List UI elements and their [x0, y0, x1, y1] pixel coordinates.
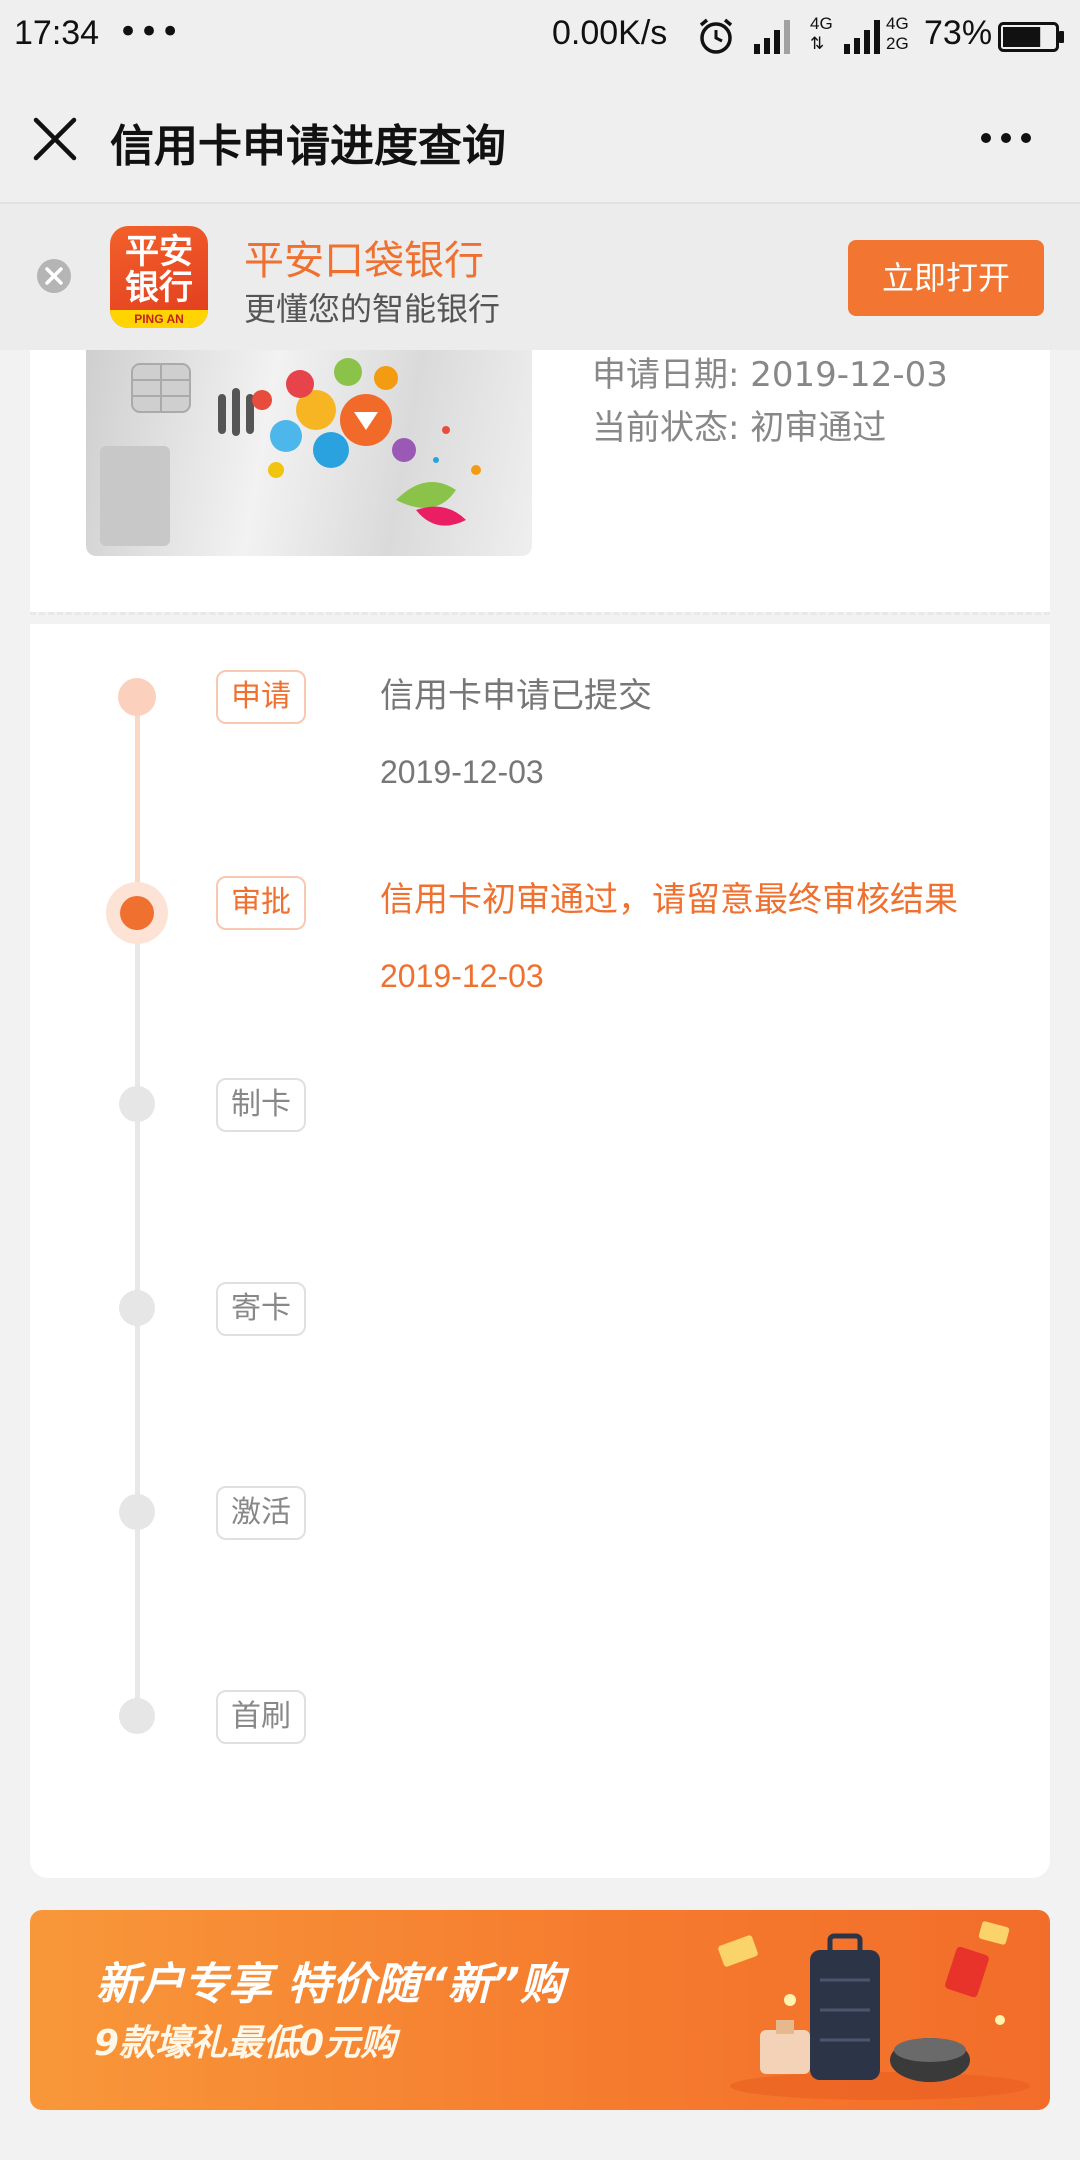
logo-text-line2: 银行 — [125, 268, 193, 308]
step-description: 信用卡初审通过，请留意最终审核结果 — [380, 880, 958, 920]
app-description: 更懂您的智能银行 — [244, 290, 501, 328]
status-bar: 17:34 ••• 0.00K/s 4G ⇅ 4G 2G 73% — [0, 0, 1080, 72]
open-app-button[interactable]: 立即打开 — [848, 240, 1044, 316]
status-net-speed: 0.00K/s — [552, 14, 668, 52]
step-tag: 审批 — [216, 876, 306, 930]
step-date: 2019-12-03 — [380, 754, 544, 790]
signal-strength-icon — [754, 20, 790, 54]
timeline-dot-pending — [119, 1494, 155, 1530]
current-status: 当前状态: 初审通过 — [592, 408, 887, 448]
network-type-label-bottom: 2G — [886, 34, 909, 53]
close-icon[interactable] — [30, 114, 80, 164]
more-options-icon[interactable] — [976, 118, 1036, 158]
data-arrows-icon: ⇅ — [810, 34, 825, 53]
timeline-dot-pending — [119, 1290, 155, 1326]
timeline-dot-pending — [119, 1698, 155, 1734]
step-tag: 寄卡 — [216, 1282, 306, 1336]
battery-icon — [998, 22, 1064, 52]
app-name: 平安口袋银行 — [244, 238, 484, 284]
credit-card-image — [86, 350, 532, 556]
signal-strength-icon-2 — [844, 20, 880, 54]
network-type-label-top: 4G — [886, 14, 909, 33]
card-summary: 申请日期: 2019-12-03 当前状态: 初审通过 — [30, 350, 1050, 612]
card-artwork — [100, 358, 481, 546]
app-download-banner: 平安 银行 PING AN 平安口袋银行 更懂您的智能银行 立即打开 — [0, 204, 1080, 350]
apply-date: 申请日期: 2019-12-03 — [592, 355, 948, 395]
app-logo: 平安 银行 PING AN — [110, 226, 208, 328]
network-type-4g-2g: 4G 2G — [886, 14, 918, 58]
logo-brand: PING AN — [110, 310, 208, 328]
timeline-dot-current — [120, 896, 154, 930]
timeline-dot-pending — [119, 1086, 155, 1122]
close-banner-icon[interactable] — [36, 258, 72, 294]
status-more-dots: ••• — [118, 12, 182, 52]
promo-title: 新户专享 特价随“新”购 — [96, 1959, 564, 2010]
logo-text-line1: 平安 — [125, 232, 193, 272]
dashed-divider — [30, 612, 1050, 624]
timeline-line-done — [135, 696, 140, 910]
battery-percent: 73% — [924, 14, 993, 52]
timeline-dot-done — [118, 678, 156, 716]
step-tag: 首刷 — [216, 1690, 306, 1744]
status-time: 17:34 — [14, 14, 100, 52]
step-tag: 申请 — [216, 670, 306, 724]
nav-bar: 信用卡申请进度查询 — [0, 72, 1080, 204]
promo-subtitle: 9款壕礼最低0元购 — [94, 2023, 397, 2064]
alarm-icon — [699, 18, 733, 54]
progress-timeline: 申请 信用卡申请已提交 2019-12-03 审批 信用卡初审通过，请留意最终审… — [30, 624, 1050, 1878]
step-description: 信用卡申请已提交 — [380, 676, 652, 716]
promo-banner[interactable]: 新户专享 特价随“新”购 9款壕礼最低0元购 — [30, 1910, 1050, 2110]
step-tag: 激活 — [216, 1486, 306, 1540]
network-type-label: 4G — [810, 14, 833, 33]
step-tag: 制卡 — [216, 1078, 306, 1132]
network-type-4g: 4G ⇅ — [810, 14, 840, 58]
promo-gifts-illustration — [718, 1921, 1030, 2100]
step-date: 2019-12-03 — [380, 958, 544, 994]
page-title: 信用卡申请进度查询 — [110, 121, 506, 172]
